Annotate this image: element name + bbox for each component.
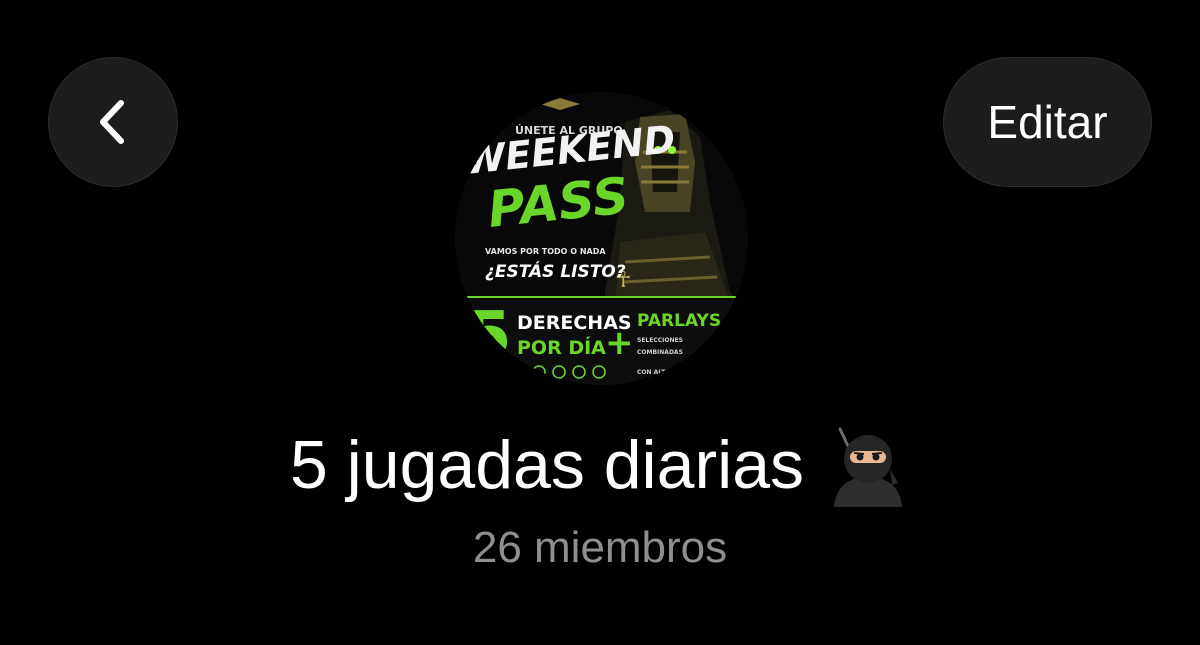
poster-sub3: CON ALTA bbox=[637, 369, 670, 376]
poster-por-dia: POR DÍA bbox=[517, 336, 606, 359]
ninja-icon bbox=[834, 427, 903, 507]
edit-button-label: Editar bbox=[987, 96, 1108, 148]
poster-number: 5 bbox=[467, 299, 512, 373]
edit-button[interactable]: Editar bbox=[943, 57, 1152, 187]
group-info-screen: Editar ☥ ÚNETE AL GRUPO WEEKEND PASS VAM… bbox=[0, 0, 1200, 645]
chevron-left-icon bbox=[100, 100, 124, 144]
group-title: 5 jugadas diarias bbox=[0, 420, 1200, 510]
poster-parlays: PARLAYS bbox=[637, 311, 721, 331]
poster-plus: + bbox=[605, 323, 634, 363]
group-title-text: 5 jugadas diarias bbox=[289, 427, 805, 503]
group-avatar[interactable]: ☥ ÚNETE AL GRUPO WEEKEND PASS VAMOS POR … bbox=[455, 92, 748, 385]
poster-sub2: COMBINADAS bbox=[637, 349, 683, 356]
poster-sub1: SELECCIONES bbox=[637, 337, 683, 344]
member-count: 26 miembros bbox=[472, 523, 728, 572]
poster-line5: ¿ESTÁS LISTO? bbox=[485, 260, 626, 282]
avatar-poster: ☥ ÚNETE AL GRUPO WEEKEND PASS VAMOS POR … bbox=[455, 92, 748, 385]
back-button[interactable] bbox=[48, 57, 178, 187]
poster-line4: VAMOS POR TODO O NADA bbox=[485, 247, 606, 256]
